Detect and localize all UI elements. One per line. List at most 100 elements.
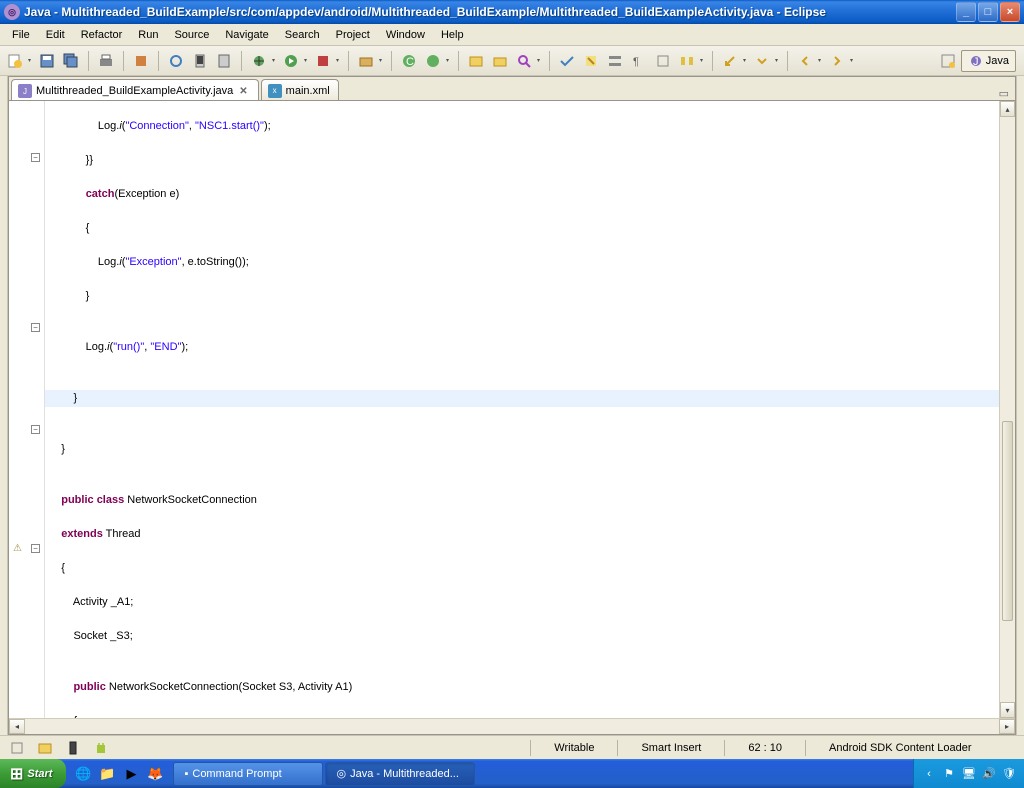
fold-toggle[interactable]: − — [31, 323, 40, 332]
status-fastview-icon[interactable] — [6, 737, 28, 759]
taskbar-cmd[interactable]: ▪ Command Prompt — [173, 762, 323, 786]
editor-area: J Multithreaded_BuildExampleActivity.jav… — [8, 76, 1016, 735]
menu-run[interactable]: Run — [130, 27, 166, 43]
status-progress: Android SDK Content Loader — [818, 739, 1018, 757]
open-type-button[interactable] — [165, 50, 187, 72]
sdk-manager-button[interactable] — [189, 50, 211, 72]
back-button[interactable] — [794, 50, 816, 72]
build-button[interactable] — [130, 50, 152, 72]
scroll-up-button[interactable]: ▴ — [1000, 101, 1015, 117]
new-java-button[interactable] — [422, 50, 444, 72]
print-button[interactable] — [95, 50, 117, 72]
menu-source[interactable]: Source — [166, 27, 217, 43]
scroll-left-button[interactable]: ◂ — [9, 719, 25, 734]
scroll-right-button[interactable]: ▸ — [999, 719, 1015, 734]
fold-toggle[interactable]: − — [31, 544, 40, 553]
maximize-button[interactable]: □ — [978, 2, 998, 22]
toggle-mark-button[interactable] — [556, 50, 578, 72]
editor-viewport: − − − ⚠ − Log.i("Connection", "NSC1.star… — [9, 101, 1015, 718]
block-selection-button[interactable] — [652, 50, 674, 72]
tab-activity-java[interactable]: J Multithreaded_BuildExampleActivity.jav… — [11, 79, 259, 101]
save-all-button[interactable] — [60, 50, 82, 72]
tab-maximize-icon[interactable]: ▭ — [999, 87, 1009, 100]
tray-chevron-icon[interactable]: ‹ — [922, 767, 936, 781]
tray-flag-icon[interactable]: ⚑ — [942, 767, 956, 781]
java-perspective-label: Java — [986, 55, 1009, 67]
ql-firefox-icon[interactable]: 🦊 — [144, 763, 166, 785]
new-class-button[interactable]: C — [398, 50, 420, 72]
svg-text:J: J — [973, 56, 979, 68]
code-editor[interactable]: Log.i("Connection", "NSC1.start()"); }} … — [45, 101, 999, 718]
menu-window[interactable]: Window — [378, 27, 433, 43]
avd-manager-button[interactable] — [213, 50, 235, 72]
menu-edit[interactable]: Edit — [38, 27, 73, 43]
tab-close-button[interactable]: ✕ — [237, 86, 249, 97]
menu-navigate[interactable]: Navigate — [217, 27, 276, 43]
status-console-icon[interactable] — [34, 737, 56, 759]
window-titlebar: ◎ Java - Multithreaded_BuildExample/src/… — [0, 0, 1024, 24]
tray-shield-icon[interactable]: 🛡 — [1002, 767, 1016, 781]
toggle-highlight-button[interactable] — [580, 50, 602, 72]
main-toolbar: C ¶ J Java — [0, 46, 1024, 76]
open-task-button[interactable] — [465, 50, 487, 72]
annotations-button[interactable] — [676, 50, 698, 72]
svg-text:¶: ¶ — [633, 56, 639, 68]
java-perspective-icon: J — [968, 53, 984, 69]
eclipse-icon: ◎ — [4, 4, 20, 20]
right-trim[interactable] — [1016, 76, 1024, 735]
minimize-button[interactable]: _ — [956, 2, 976, 22]
status-device-icon[interactable] — [62, 737, 84, 759]
editor-gutter[interactable]: − − − ⚠ − — [9, 101, 45, 718]
system-tray[interactable]: ‹ ⚑ 🖥 🔊 🛡 — [913, 759, 1024, 788]
search-button[interactable] — [513, 50, 535, 72]
close-button[interactable]: × — [1000, 2, 1020, 22]
menu-refactor[interactable]: Refactor — [73, 27, 131, 43]
taskbar-eclipse[interactable]: ◎ Java - Multithreaded... — [325, 762, 475, 786]
scroll-thumb[interactable] — [1002, 421, 1013, 621]
tab-main-xml[interactable]: x main.xml — [261, 79, 339, 100]
save-button[interactable] — [36, 50, 58, 72]
left-trim[interactable] — [0, 76, 8, 735]
debug-button[interactable] — [248, 50, 270, 72]
ql-media-icon[interactable]: ▶ — [120, 763, 142, 785]
svg-text:C: C — [406, 56, 414, 68]
workspace: J Multithreaded_BuildExampleActivity.jav… — [0, 76, 1024, 735]
tab-label: main.xml — [286, 85, 330, 97]
ql-explorer-icon[interactable]: 📁 — [96, 763, 118, 785]
menu-help[interactable]: Help — [433, 27, 472, 43]
status-android-icon[interactable] — [90, 737, 112, 759]
scroll-down-button[interactable]: ▾ — [1000, 702, 1015, 718]
tray-monitor-icon[interactable]: 🖥 — [962, 767, 976, 781]
new-package-button[interactable] — [355, 50, 377, 72]
forward-button[interactable] — [826, 50, 848, 72]
menu-file[interactable]: File — [4, 27, 38, 43]
start-button[interactable]: Start — [0, 759, 66, 788]
window-title: Java - Multithreaded_BuildExample/src/co… — [24, 5, 956, 19]
next-annotation-button[interactable] — [751, 50, 773, 72]
horizontal-scrollbar[interactable]: ◂ ▸ — [9, 718, 1015, 734]
tray-volume-icon[interactable]: 🔊 — [982, 767, 996, 781]
warning-icon[interactable]: ⚠ — [13, 543, 25, 555]
run-button[interactable] — [280, 50, 302, 72]
status-writable: Writable — [543, 739, 605, 757]
xml-file-icon: x — [268, 84, 282, 98]
status-cursor-position: 62 : 10 — [737, 739, 793, 757]
fold-toggle[interactable]: − — [31, 425, 40, 434]
vertical-scrollbar[interactable]: ▴ ▾ — [999, 101, 1015, 718]
windows-taskbar: Start 🌐 📁 ▶ 🦊 ▪ Command Prompt ◎ Java - … — [0, 759, 1024, 788]
menu-project[interactable]: Project — [328, 27, 378, 43]
menu-search[interactable]: Search — [277, 27, 328, 43]
editor-tabbar: J Multithreaded_BuildExampleActivity.jav… — [9, 77, 1015, 101]
external-tools-button[interactable] — [312, 50, 334, 72]
toggle-breadcrumb-button[interactable] — [604, 50, 626, 72]
fold-toggle[interactable]: − — [31, 153, 40, 162]
ql-ie-icon[interactable]: 🌐 — [72, 763, 94, 785]
show-whitespace-button[interactable]: ¶ — [628, 50, 650, 72]
status-insert-mode: Smart Insert — [630, 739, 712, 757]
menu-bar: File Edit Refactor Run Source Navigate S… — [0, 24, 1024, 46]
java-perspective-button[interactable]: J Java — [961, 50, 1016, 72]
last-edit-button[interactable] — [719, 50, 741, 72]
folder-button[interactable] — [489, 50, 511, 72]
new-button[interactable] — [4, 50, 26, 72]
open-perspective-button[interactable] — [937, 50, 959, 72]
